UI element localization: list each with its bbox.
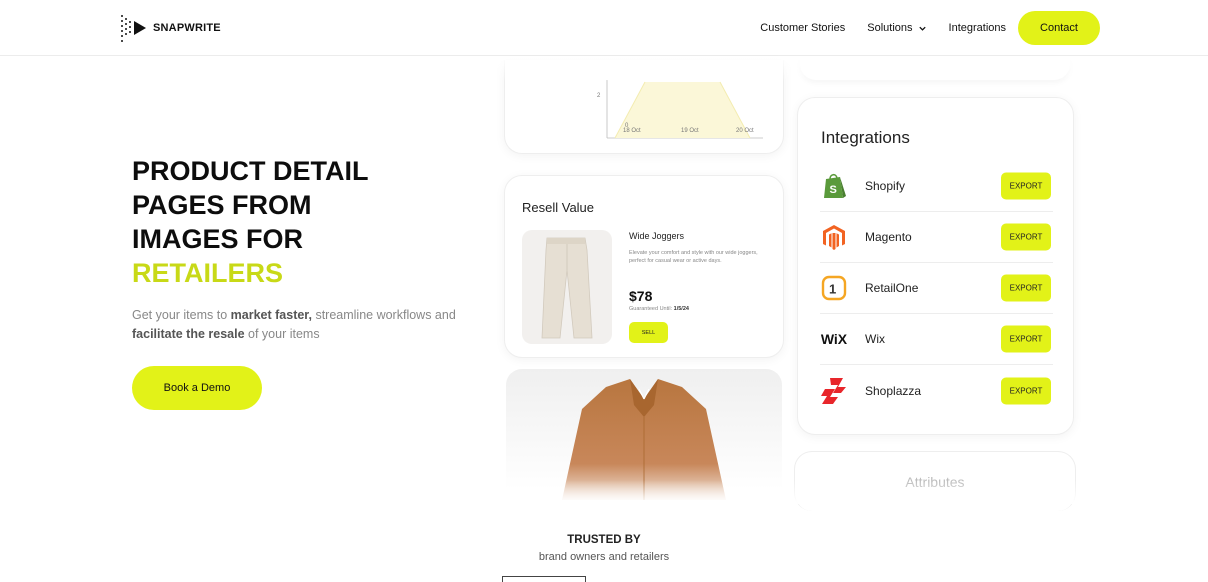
shoplazza-icon xyxy=(820,377,848,405)
site-header: SNAPWRITE Customer Stories Solutions Int… xyxy=(0,0,1208,56)
hero-subtitle: Get your items to market faster, streaml… xyxy=(132,306,462,344)
wix-icon: WiX xyxy=(820,325,848,353)
integration-row-shopify: S Shopify EXPORT xyxy=(820,161,1053,212)
x-tick-label: 18 Oct xyxy=(623,128,641,134)
integration-name: Magento xyxy=(865,230,912,244)
subtitle-emphasis: facilitate the resale xyxy=(132,327,245,341)
guarantee-label: Guaranteed Until: xyxy=(629,306,674,312)
logo-text: SNAPWRITE xyxy=(153,22,221,34)
wix-logo-text: WiX xyxy=(820,331,848,347)
x-tick-label: 19 Oct xyxy=(681,128,699,134)
integration-name: RetailOne xyxy=(865,281,919,295)
integration-name: Shopify xyxy=(865,179,906,193)
book-demo-button[interactable]: Book a Demo xyxy=(132,366,262,410)
product-description: Elevate your comfort and style with our … xyxy=(629,250,758,264)
svg-text:1: 1 xyxy=(829,282,836,297)
nav-customer-stories[interactable]: Customer Stories xyxy=(760,22,845,34)
product-image xyxy=(522,230,612,344)
logo[interactable]: SNAPWRITE xyxy=(119,12,221,44)
export-button[interactable]: EXPORT xyxy=(1001,325,1051,353)
nav-solutions[interactable]: Solutions xyxy=(867,22,926,34)
main-nav: Customer Stories Solutions Integrations … xyxy=(760,11,1100,45)
hero-title-line: PAGES FROM xyxy=(132,190,312,220)
y-tick-label: 2 xyxy=(597,93,601,99)
hero-title-accent: RETAILERS xyxy=(132,258,284,288)
integration-row-shoplazza: Shoplazza EXPORT xyxy=(820,365,1053,416)
export-button[interactable]: EXPORT xyxy=(1001,274,1051,302)
nav-label: Integrations xyxy=(948,22,1006,34)
integration-row-wix: WiX Wix EXPORT xyxy=(820,314,1053,365)
integrations-card: Integrations S Shopify EXPORT Magento EX… xyxy=(797,97,1074,435)
product-name: Wide Joggers xyxy=(629,231,685,241)
chevron-down-icon xyxy=(918,26,926,31)
export-button[interactable]: EXPORT xyxy=(1001,377,1051,404)
integrations-title: Integrations xyxy=(821,128,910,147)
subtitle-text: Get your items to xyxy=(132,308,231,322)
resell-title: Resell Value xyxy=(522,200,595,215)
trusted-title: TRUSTED BY xyxy=(567,534,641,546)
nav-integrations[interactable]: Integrations xyxy=(949,22,1006,34)
integration-name: Wix xyxy=(865,332,885,346)
retailone-icon: 1 xyxy=(820,274,848,302)
nav-label: Solutions xyxy=(867,22,913,34)
hero-title-line: IMAGES FOR xyxy=(132,224,304,254)
fade-overlay-top xyxy=(490,56,1090,82)
hero-title-line: PRODUCT DETAIL xyxy=(132,156,369,186)
subtitle-text: streamline workflows and xyxy=(311,308,456,322)
joggers-image xyxy=(541,237,593,339)
hero-title: PRODUCT DETAIL PAGES FROM IMAGES FOR RET… xyxy=(132,154,369,290)
magento-icon xyxy=(820,223,848,251)
trusted-subtitle: brand owners and retailers xyxy=(538,551,670,563)
export-button[interactable]: EXPORT xyxy=(1001,172,1051,200)
nav-label: Customer Stories xyxy=(760,22,846,34)
integration-row-retailone: 1 RetailOne EXPORT xyxy=(820,263,1053,314)
subtitle-text: of your items xyxy=(244,327,320,341)
shopify-icon: S xyxy=(820,172,848,200)
integrations-list: S Shopify EXPORT Magento EXPORT 1 Retail… xyxy=(820,161,1053,416)
contact-button[interactable]: Contact xyxy=(1018,11,1100,45)
fade-overlay-bottom xyxy=(490,480,1090,504)
guarantee-date: 1/5/24 xyxy=(673,306,689,312)
product-price: $78 xyxy=(629,288,653,304)
guarantee-text: Guaranteed Until: 1/5/24 xyxy=(629,306,689,312)
resell-value-card: Resell Value Wide Joggers Elevate your c… xyxy=(504,175,784,358)
integration-name: Shoplazza xyxy=(865,383,922,398)
brand-logo-strip xyxy=(502,576,586,582)
sell-button[interactable]: SELL xyxy=(629,322,668,343)
export-button[interactable]: EXPORT xyxy=(1001,223,1051,251)
svg-text:S: S xyxy=(830,184,837,196)
integration-row-magento: Magento EXPORT xyxy=(820,212,1053,263)
subtitle-emphasis: market faster, xyxy=(230,308,312,322)
x-tick-label: 20 Oct xyxy=(736,128,754,134)
snapwrite-logo-icon xyxy=(121,15,146,42)
